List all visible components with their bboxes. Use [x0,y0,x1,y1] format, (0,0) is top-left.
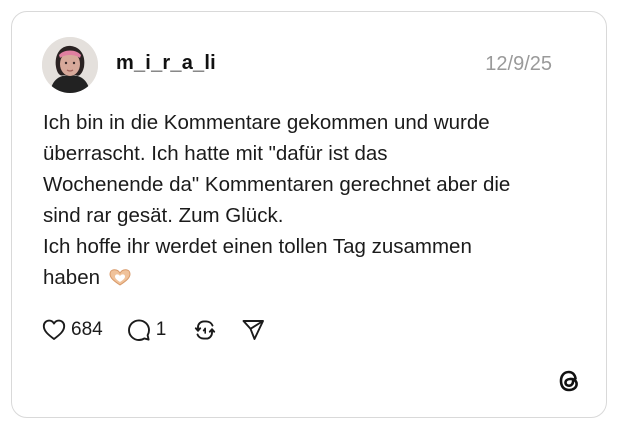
heart-hands-emoji [108,265,132,296]
post-text-line: Ich bin in die Kommentare gekommen und w… [43,111,490,134]
post-text-line: haben [43,266,101,289]
post-text-line: Ich hoffe ihr werdet einen tollen Tag zu… [43,235,472,258]
post-text-line: Wochenende da" Kommentaren gerechnet abe… [43,173,511,196]
repost-icon [193,318,217,342]
post-card: m_i_r_a_li 12/9/25 Ich bin in die Kommen… [11,11,607,418]
post-actions: 684 1 [42,315,265,345]
like-button[interactable]: 684 [42,319,103,341]
post-text-line: überrascht. Ich hatte mit "dafür ist das [43,142,388,165]
heart-icon [42,319,66,341]
send-icon [241,318,265,342]
avatar[interactable] [42,37,98,93]
share-button[interactable] [241,318,265,342]
threads-logo-icon[interactable] [555,367,583,395]
comment-icon [127,318,151,342]
post-text-line: sind rar gesät. Zum Glück. [43,204,284,227]
reply-button[interactable]: 1 [127,318,167,342]
like-count: 684 [71,319,103,340]
post-date: 12/9/25 [485,53,552,75]
repost-button[interactable] [193,318,217,342]
post-text: Ich bin in die Kommentare gekommen und w… [43,107,583,296]
reply-count: 1 [155,319,167,340]
username[interactable]: m_i_r_a_li [116,52,216,75]
post-text-last-line: haben [43,262,583,296]
